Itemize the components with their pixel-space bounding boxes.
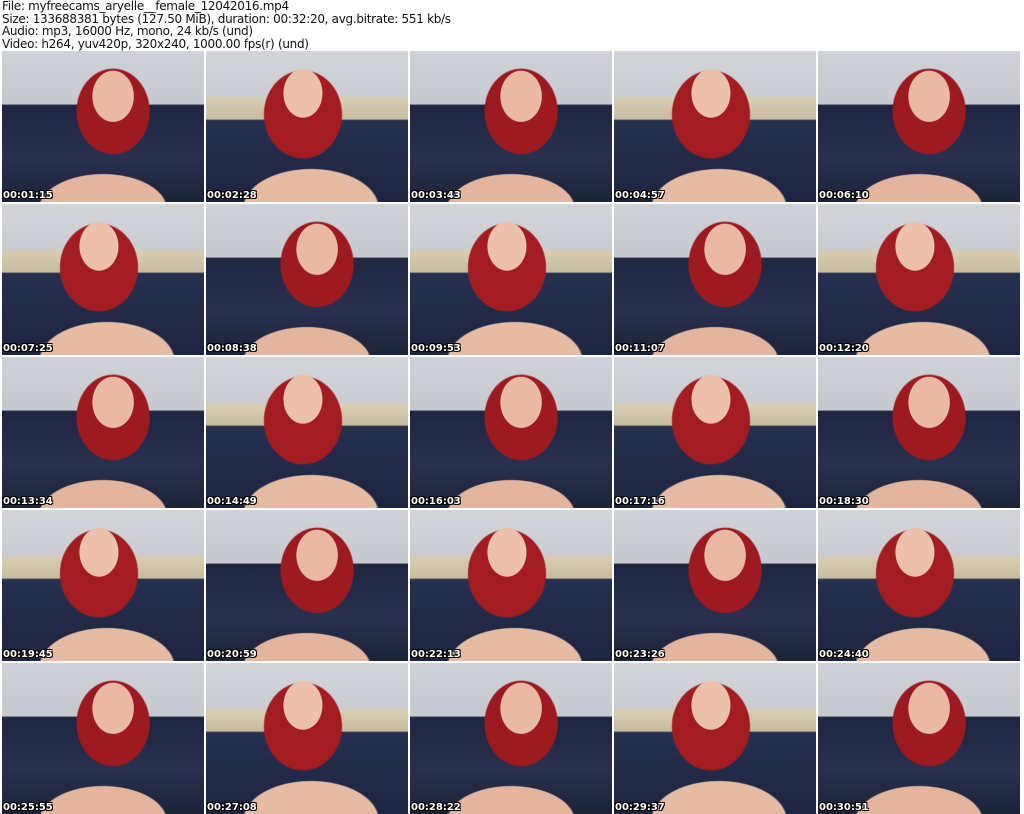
file-info-header: File: myfreecams_aryelle__female_1204201… (2, 0, 451, 50)
video-thumbnail: 00:12:20 (818, 204, 1020, 355)
video-thumbnail: 00:03:43 (410, 51, 612, 202)
thumbnail-timestamp: 00:04:57 (615, 190, 665, 201)
video-thumbnail: 00:18:30 (818, 357, 1020, 508)
thumbnail-timestamp: 00:18:30 (819, 496, 869, 507)
thumbnail-timestamp: 00:06:10 (819, 190, 869, 201)
thumbnail-timestamp: 00:14:49 (207, 496, 257, 507)
thumbnail-timestamp: 00:29:37 (615, 802, 665, 813)
video-thumbnail: 00:28:22 (410, 663, 612, 814)
thumbnail-timestamp: 00:01:15 (3, 190, 53, 201)
thumbnail-timestamp: 00:20:59 (207, 649, 257, 660)
video-thumbnail: 00:30:51 (818, 663, 1020, 814)
thumbnail-timestamp: 00:19:45 (3, 649, 53, 660)
thumbnail-timestamp: 00:03:43 (411, 190, 461, 201)
video-thumbnail: 00:11:07 (614, 204, 816, 355)
video-thumbnail: 00:20:59 (206, 510, 408, 661)
thumbnail-timestamp: 00:17:16 (615, 496, 665, 507)
thumbnail-timestamp: 00:08:38 (207, 343, 257, 354)
video-info: Video: h264, yuv420p, 320x240, 1000.00 f… (2, 36, 309, 51)
video-thumbnail: 00:01:15 (2, 51, 204, 202)
thumbnail-timestamp: 00:07:25 (3, 343, 53, 354)
video-thumbnail: 00:02:28 (206, 51, 408, 202)
thumbnail-timestamp: 00:13:34 (3, 496, 53, 507)
thumbnail-timestamp: 00:28:22 (411, 802, 461, 813)
video-thumbnail: 00:22:13 (410, 510, 612, 661)
video-thumbnail: 00:27:08 (206, 663, 408, 814)
video-thumbnail: 00:13:34 (2, 357, 204, 508)
thumbnail-timestamp: 00:09:53 (411, 343, 461, 354)
file-name: File: myfreecams_aryelle__female_1204201… (2, 0, 289, 13)
thumbnail-timestamp: 00:02:28 (207, 190, 257, 201)
thumbnail-timestamp: 00:24:40 (819, 649, 869, 660)
thumbnail-timestamp: 00:11:07 (615, 343, 665, 354)
video-thumbnail: 00:14:49 (206, 357, 408, 508)
thumbnail-timestamp: 00:22:13 (411, 649, 461, 660)
video-thumbnail: 00:19:45 (2, 510, 204, 661)
thumbnail-timestamp: 00:27:08 (207, 802, 257, 813)
thumbnail-timestamp: 00:12:20 (819, 343, 869, 354)
audio-info: Audio: mp3, 16000 Hz, mono, 24 kb/s (und… (2, 24, 253, 38)
thumbnail-timestamp: 00:25:55 (3, 802, 53, 813)
video-thumbnail: 00:04:57 (614, 51, 816, 202)
video-thumbnail: 00:07:25 (2, 204, 204, 355)
video-thumbnail: 00:08:38 (206, 204, 408, 355)
video-thumbnail: 00:06:10 (818, 51, 1020, 202)
video-thumbnail: 00:16:03 (410, 357, 612, 508)
thumbnail-timestamp: 00:30:51 (819, 802, 869, 813)
video-thumbnail: 00:29:37 (614, 663, 816, 814)
video-thumbnail: 00:24:40 (818, 510, 1020, 661)
thumbnail-timestamp: 00:23:26 (615, 649, 665, 660)
video-thumbnail: 00:09:53 (410, 204, 612, 355)
thumbnail-timestamp: 00:16:03 (411, 496, 461, 507)
video-thumbnail: 00:23:26 (614, 510, 816, 661)
video-thumbnail: 00:17:16 (614, 357, 816, 508)
thumbnail-grid: 00:01:15 00:02:28 00:03:43 00:04:57 00:06:10… (2, 51, 1020, 814)
video-thumbnail: 00:25:55 (2, 663, 204, 814)
